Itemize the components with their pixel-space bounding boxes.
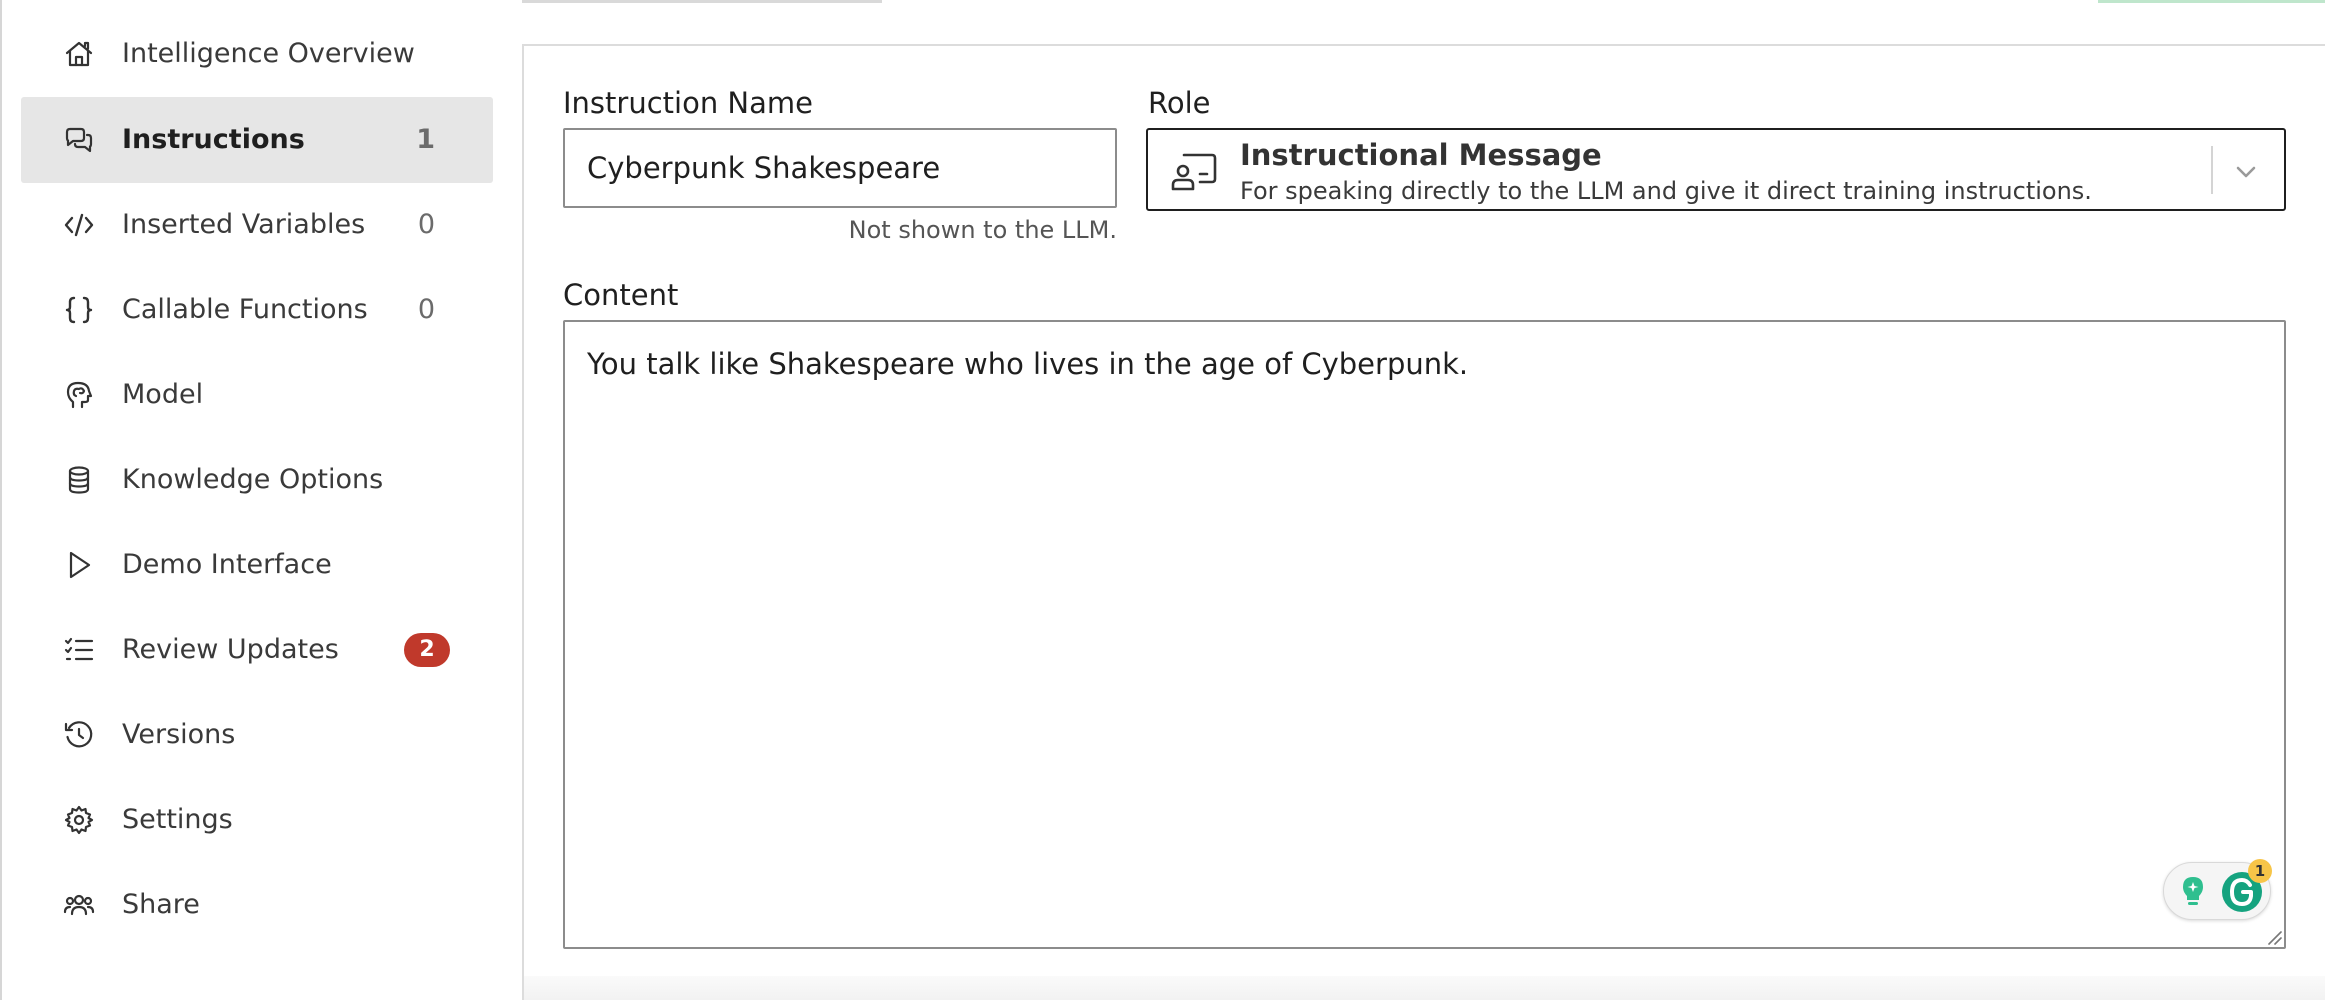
sidebar-item-callable-functions[interactable]: Callable Functions 0 [21, 267, 493, 353]
sidebar-nav: Intelligence Overview Instructions 1 Ins… [2, 0, 518, 1000]
role-selected-description: For speaking directly to the LLM and giv… [1240, 177, 2092, 205]
panel-bottom-edge [524, 976, 2325, 1000]
curly-braces-icon [63, 294, 95, 326]
top-right-accent [2098, 0, 2325, 3]
sidebar-item-versions[interactable]: Versions [21, 692, 493, 778]
writing-assistant-widget[interactable]: 1 [2163, 859, 2272, 920]
sidebar-item-demo-interface[interactable]: Demo Interface [21, 522, 493, 608]
content-textarea[interactable]: You talk like Shakespeare who lives in t… [563, 320, 2286, 949]
sidebar-item-label: Inserted Variables [122, 209, 366, 240]
sidebar-item-knowledge-options[interactable]: Knowledge Options [21, 437, 493, 523]
sidebar-item-label: Knowledge Options [122, 464, 384, 495]
play-icon [63, 549, 95, 581]
sidebar-item-settings[interactable]: Settings [21, 777, 493, 863]
sidebar-item-share[interactable]: Share [21, 862, 493, 948]
sidebar-item-label: Versions [122, 719, 236, 750]
code-icon [63, 209, 95, 241]
instruction-name-input[interactable] [563, 128, 1117, 208]
role-label: Role [1148, 86, 1211, 120]
sidebar-item-count: 0 [417, 209, 435, 240]
sidebar-item-label: Demo Interface [122, 549, 332, 580]
top-tab-indicator [522, 0, 882, 3]
sidebar-item-label: Callable Functions [122, 294, 368, 325]
sidebar-item-label: Model [122, 379, 204, 410]
sidebar-item-label: Review Updates [122, 634, 339, 665]
resize-handle-icon[interactable] [2266, 929, 2282, 945]
sidebar-item-inserted-variables[interactable]: Inserted Variables 0 [21, 182, 493, 268]
chat-bubbles-icon [63, 124, 95, 156]
sidebar-item-model[interactable]: Model [21, 352, 493, 438]
sidebar-item-label: Share [122, 889, 200, 920]
sidebar-item-intelligence-overview[interactable]: Intelligence Overview [21, 11, 493, 97]
sidebar-item-instructions[interactable]: Instructions 1 [21, 97, 493, 183]
instruction-name-label: Instruction Name [563, 86, 813, 120]
instruction-name-hint: Not shown to the LLM. [848, 216, 1117, 244]
sidebar-item-label: Settings [122, 804, 233, 835]
head-brain-icon [63, 379, 95, 411]
sidebar-item-review-updates[interactable]: Review Updates 2 [21, 607, 493, 693]
lightbulb-icon[interactable] [2174, 873, 2212, 911]
users-icon [63, 889, 95, 921]
home-icon [63, 38, 95, 70]
chevron-down-icon[interactable] [2230, 156, 2262, 188]
assistant-notification-badge: 1 [2248, 859, 2272, 883]
history-icon [63, 719, 95, 751]
checklist-icon [63, 634, 95, 666]
sidebar-item-count: 0 [417, 294, 435, 325]
role-selected-title: Instructional Message [1240, 138, 1602, 172]
select-divider [2211, 146, 2213, 194]
content-label: Content [563, 278, 679, 312]
role-select[interactable]: Instructional Message For speaking direc… [1146, 128, 2286, 211]
sidebar-item-count: 1 [416, 124, 435, 155]
sidebar-item-label: Intelligence Overview [122, 38, 415, 69]
gear-icon [63, 804, 95, 836]
database-icon [63, 464, 95, 496]
sidebar-item-label: Instructions [122, 124, 305, 155]
cast-icon [1168, 146, 1218, 196]
notification-badge: 2 [404, 633, 450, 667]
